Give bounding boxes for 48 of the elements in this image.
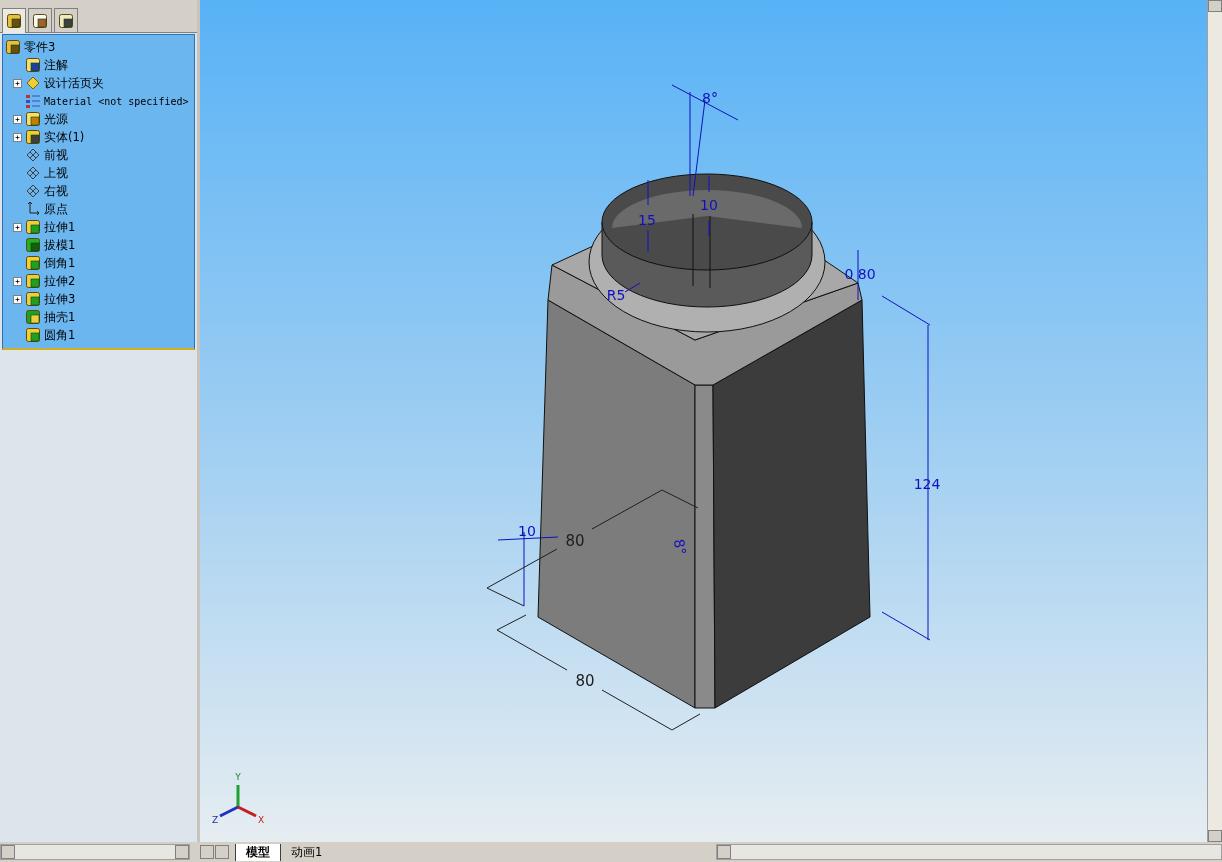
origin-icon — [25, 201, 41, 217]
axis-triad-icon — [219, 785, 257, 818]
dimension-label[interactable]: R5 — [606, 287, 626, 303]
expand-toggle[interactable] — [13, 294, 22, 304]
tree-item[interactable]: 拉伸3 — [44, 291, 76, 307]
tree-item[interactable]: 右视 — [44, 183, 68, 199]
panel-tab[interactable] — [28, 8, 52, 32]
tree-item[interactable]: 设计活页夹 — [44, 75, 104, 91]
tree-item[interactable]: 前视 — [44, 147, 68, 163]
sheet-tab[interactable]: 模型 — [235, 843, 280, 861]
axis-label: Y — [235, 772, 241, 782]
tree-item[interactable]: 倒角1 — [44, 255, 76, 271]
expand-toggle[interactable] — [13, 222, 22, 232]
plane-icon — [25, 183, 41, 199]
tree-item[interactable]: 注解 — [44, 57, 68, 73]
tree-item[interactable]: 零件3 — [24, 39, 56, 55]
vertical-scrollbar[interactable] — [1207, 0, 1222, 842]
expand-toggle[interactable] — [13, 276, 22, 286]
dimension-label[interactable]: 8° — [702, 90, 718, 106]
plane-icon — [25, 165, 41, 181]
dimension-label[interactable]: 80 — [565, 532, 585, 550]
tree-item[interactable]: 实体(1) — [44, 129, 85, 145]
plane-icon — [25, 147, 41, 163]
tree-item[interactable]: 原点 — [44, 201, 68, 217]
tree-item[interactable]: 光源 — [44, 111, 68, 127]
dimension-label[interactable]: 80 — [575, 672, 595, 690]
expand-toggle[interactable] — [13, 114, 22, 124]
tree-item[interactable]: 圆角1 — [44, 327, 76, 343]
tree-item[interactable]: 上视 — [44, 165, 68, 181]
horizontal-scrollbar[interactable] — [0, 844, 190, 860]
tree-item[interactable]: 拔模1 — [44, 237, 76, 253]
panel-tab[interactable] — [54, 8, 78, 32]
scroll-left-button[interactable] — [200, 845, 214, 859]
panel-tab[interactable] — [2, 8, 26, 33]
material-icon — [25, 93, 41, 109]
axis-label: Z — [211, 815, 219, 825]
dimension-label[interactable]: 10 — [518, 523, 536, 539]
expand-toggle[interactable] — [13, 132, 22, 142]
horizontal-scrollbar[interactable] — [716, 844, 1222, 860]
tree-item[interactable]: 抽壳1 — [44, 309, 76, 325]
axis-label: X — [257, 815, 265, 825]
tree-item[interactable]: 拉伸1 — [44, 219, 76, 235]
binder-icon — [25, 75, 41, 91]
tree-item[interactable]: 拉伸2 — [44, 273, 76, 289]
scroll-right-button[interactable] — [215, 845, 229, 859]
expand-toggle[interactable] — [13, 78, 22, 88]
tree-item[interactable]: Material <not specified> — [44, 95, 189, 107]
dimension-label[interactable]: 124 — [913, 476, 941, 492]
